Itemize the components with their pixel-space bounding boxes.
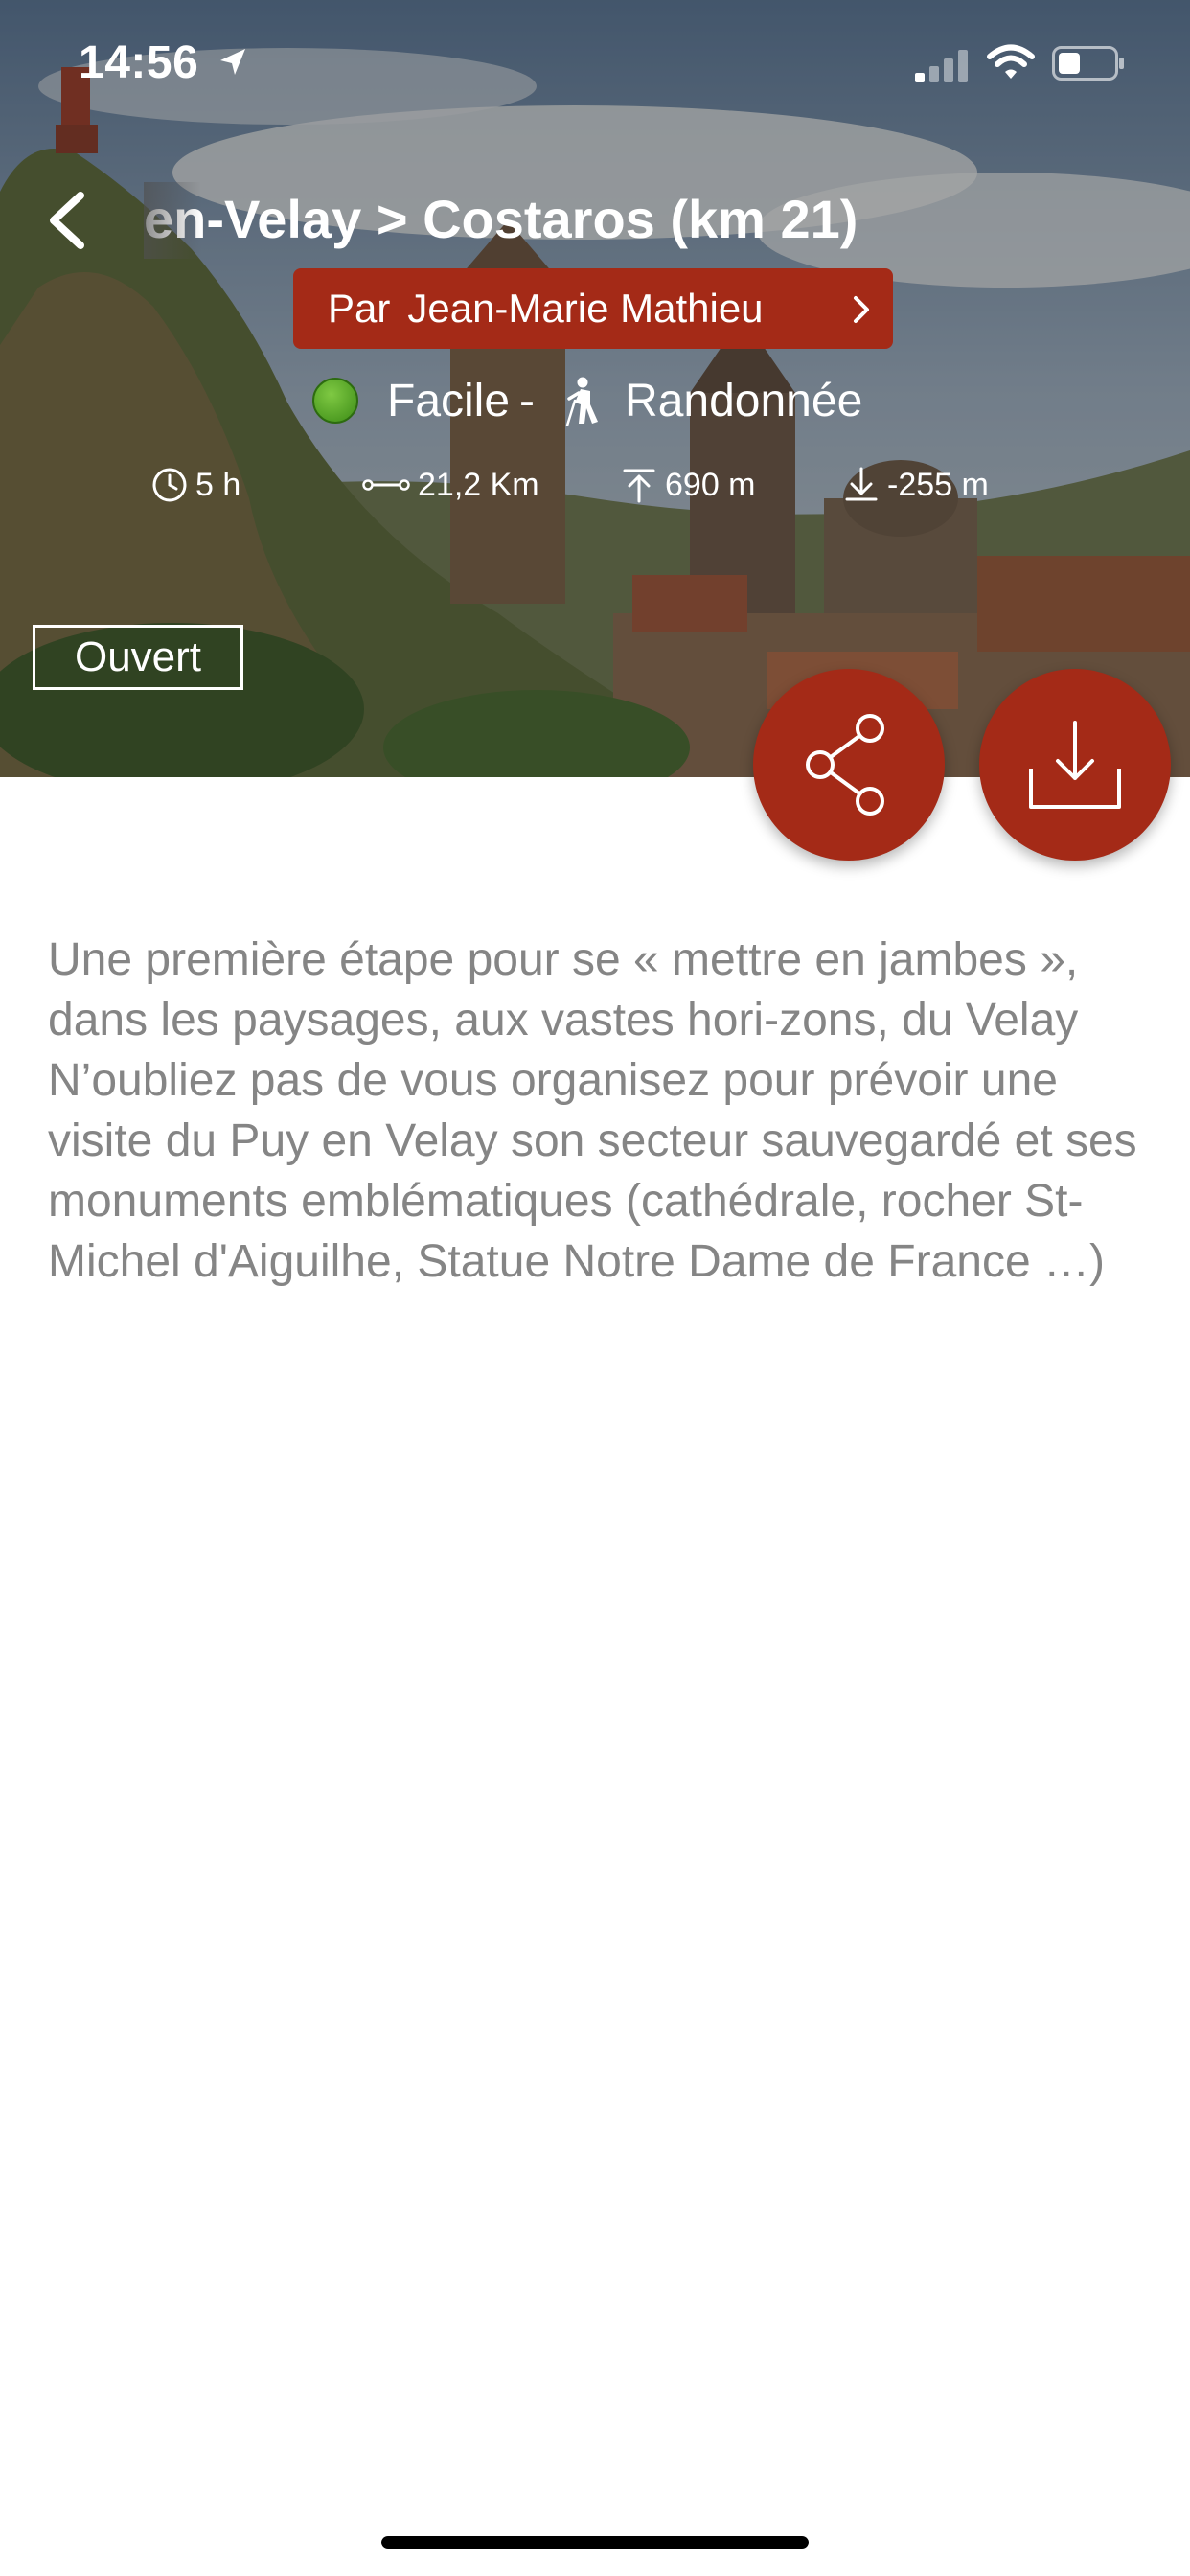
battery-icon: [1052, 46, 1124, 80]
difficulty-row: Facile - Randonnée: [312, 366, 862, 435]
ascent-icon: [623, 469, 655, 503]
download-button[interactable]: [979, 669, 1171, 861]
page-title: en-Velay > Costaros (km 21): [144, 189, 858, 249]
ascent-stat: 690 m: [621, 458, 756, 512]
description-paragraph: N’oubliez pas de vous organisez pour pré…: [48, 1055, 1137, 1287]
difficulty-separator: -: [519, 375, 536, 426]
cellular-signal-icon: [915, 50, 968, 82]
status-time: 14:56: [79, 37, 199, 88]
descent-icon: [845, 467, 878, 501]
chevron-left-icon[interactable]: [38, 182, 96, 259]
hiker-icon: [565, 377, 599, 426]
description-paragraph: Une première étape pour se « mettre en j…: [48, 934, 1079, 1046]
duration-stat: 5 h: [151, 458, 240, 512]
distance-icon: [362, 479, 410, 491]
status-badge: Ouvert: [33, 625, 243, 690]
activity-label: Randonnée: [625, 375, 863, 426]
share-button[interactable]: [753, 669, 945, 861]
wifi-icon: [987, 44, 1035, 79]
descent-value: -255 m: [887, 466, 989, 503]
clock-icon: [152, 468, 187, 502]
author-name: Jean-Marie Mathieu: [407, 286, 764, 331]
chevron-right-icon: [854, 296, 869, 323]
descent-stat: -255 m: [843, 458, 989, 512]
difficulty-indicator: [312, 378, 358, 424]
home-indicator[interactable]: [381, 2536, 809, 2549]
author-button[interactable]: Par Jean-Marie Mathieu: [293, 268, 893, 349]
author-prefix: Par: [328, 286, 391, 331]
difficulty-label: Facile: [387, 375, 511, 426]
ascent-value: 690 m: [665, 466, 756, 503]
location-arrow-icon: [220, 49, 245, 75]
share-icon: [806, 714, 884, 816]
title-fade: [144, 182, 201, 259]
trail-stats: 5 h 21,2 Km 690 m -255 m: [0, 458, 1190, 512]
distance-value: 21,2 Km: [418, 466, 539, 503]
trail-description: Une première étape pour se « mettre en j…: [48, 930, 1150, 1292]
distance-stat: 21,2 Km: [362, 458, 539, 512]
download-icon: [1029, 721, 1121, 809]
duration-value: 5 h: [195, 466, 241, 503]
